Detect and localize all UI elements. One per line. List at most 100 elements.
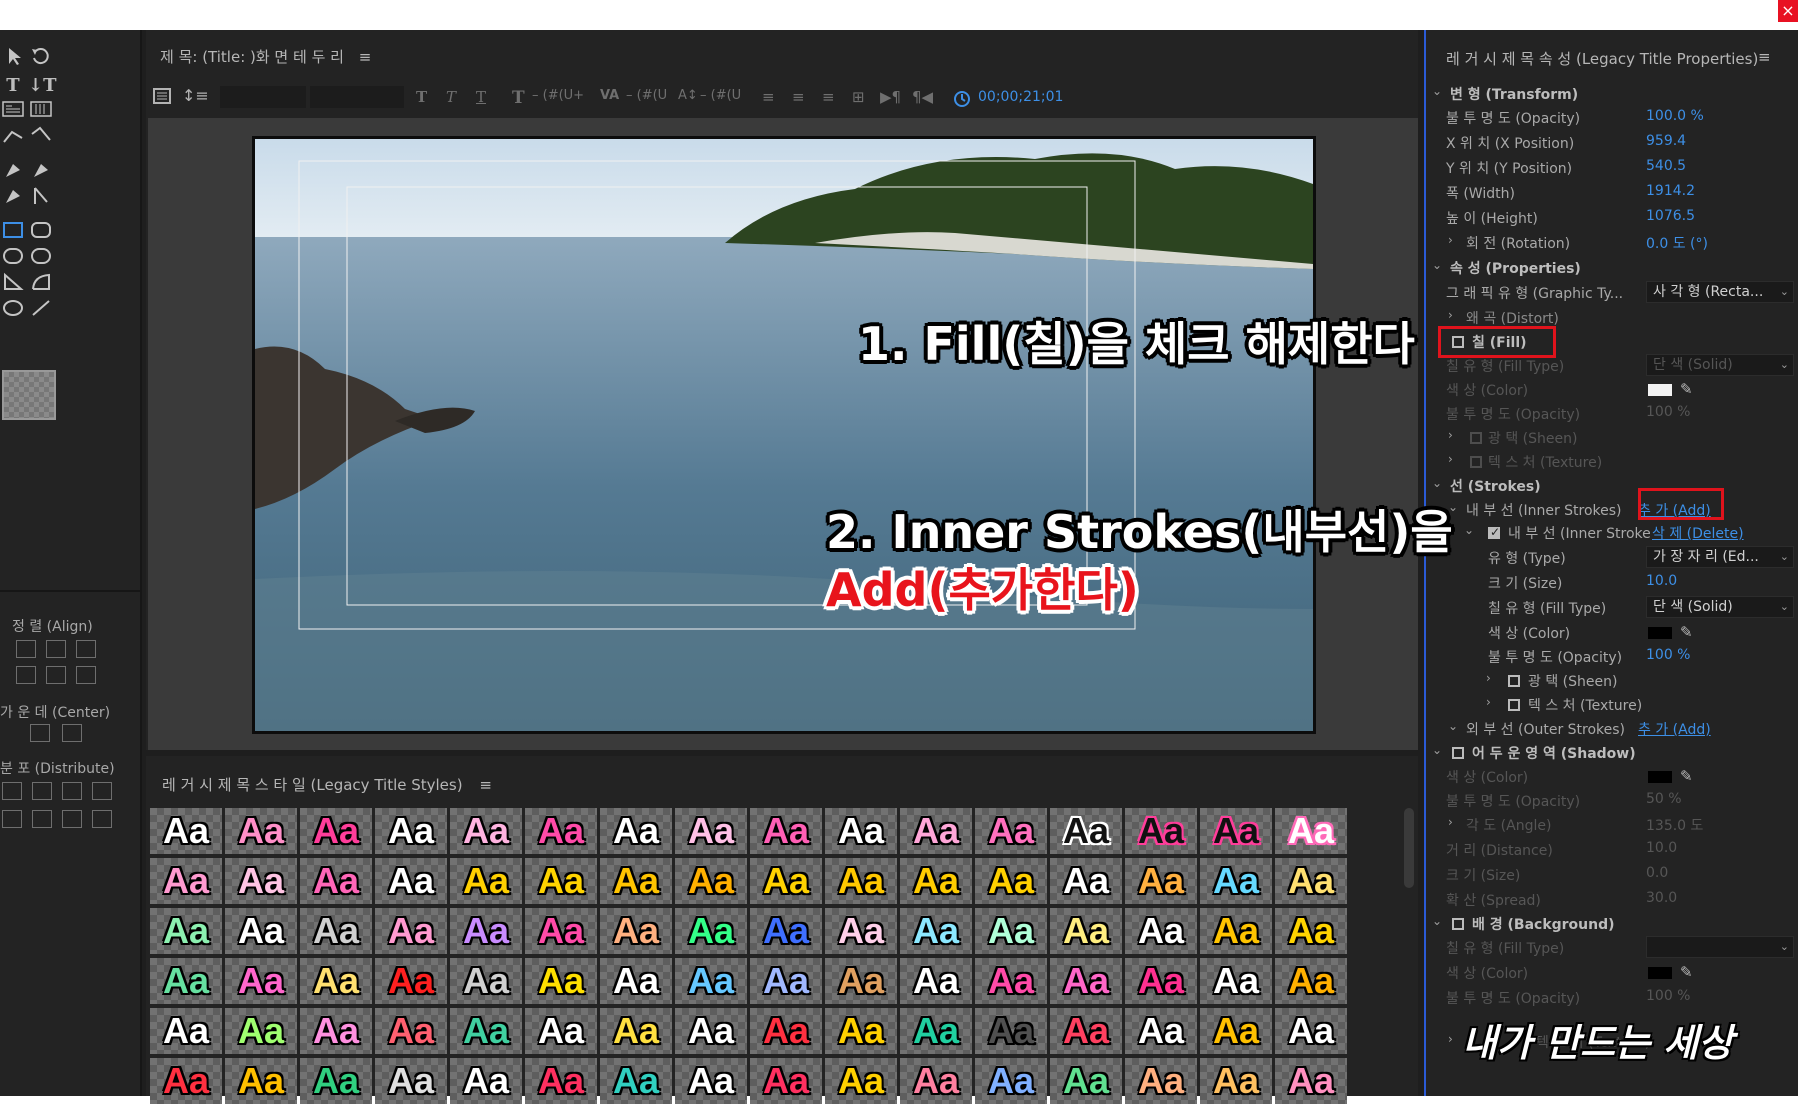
width-value[interactable]: 1914.2 — [1646, 183, 1695, 199]
underline-icon[interactable]: T — [476, 88, 486, 106]
style-swatch[interactable]: Aa — [1125, 858, 1197, 904]
style-swatch[interactable]: Aa — [525, 858, 597, 904]
style-swatch[interactable]: Aa — [225, 858, 297, 904]
distribute-center-icon[interactable] — [32, 782, 52, 800]
style-swatch[interactable]: Aa — [1275, 858, 1347, 904]
chevron-right-icon[interactable]: › — [1448, 308, 1453, 322]
align-center-v-icon[interactable] — [46, 666, 66, 684]
style-swatch[interactable]: Aa — [450, 958, 522, 1004]
style-swatch[interactable]: Aa — [375, 858, 447, 904]
outer-strokes-add-link[interactable]: 추 가 (Add) — [1638, 719, 1711, 739]
shadow-distance-value[interactable]: 10.0 — [1646, 840, 1677, 856]
style-swatch[interactable]: Aa — [600, 808, 672, 854]
eyedropper-icon[interactable]: ✎ — [1680, 380, 1693, 398]
timecode[interactable]: 00;00;21;01 — [978, 89, 1063, 105]
rectangle-tool-icon[interactable] — [0, 220, 26, 244]
shadow-size-value[interactable]: 0.0 — [1646, 865, 1668, 881]
style-swatch[interactable]: Aa — [750, 908, 822, 954]
area-type-tool-icon[interactable] — [0, 100, 26, 124]
chevron-right-icon[interactable]: › — [1448, 1032, 1453, 1046]
style-swatch[interactable]: Aa — [525, 1058, 597, 1104]
style-swatch[interactable]: Aa — [1200, 908, 1272, 954]
center-horizontal-icon[interactable] — [30, 724, 50, 742]
background-video-timecode-icon[interactable] — [952, 88, 972, 108]
style-swatch[interactable]: Aa — [1125, 808, 1197, 854]
style-swatch[interactable]: Aa — [225, 1058, 297, 1104]
style-swatch[interactable]: Aa — [1050, 1058, 1122, 1104]
background-checkbox[interactable] — [1452, 918, 1464, 930]
leading-value[interactable]: – (#(U — [700, 88, 741, 103]
style-swatch[interactable]: Aa — [825, 1008, 897, 1054]
x-position-value[interactable]: 959.4 — [1646, 133, 1686, 149]
style-swatch[interactable]: Aa — [675, 858, 747, 904]
wedge-tool-icon[interactable] — [0, 272, 26, 296]
style-swatch[interactable]: Aa — [150, 808, 222, 854]
style-swatch[interactable]: Aa — [900, 858, 972, 904]
style-swatch[interactable]: Aa — [1275, 958, 1347, 1004]
eyedropper-icon[interactable]: ✎ — [1680, 767, 1693, 785]
rotation-value[interactable]: 0.0 도 (°) — [1646, 233, 1708, 253]
font-family-dropdown[interactable] — [220, 86, 306, 108]
shadow-section[interactable]: ⌄ 어 두 운 영 역 (Shadow) — [1426, 743, 1798, 765]
stroke-sheen-checkbox[interactable] — [1508, 675, 1520, 687]
style-swatch[interactable]: Aa — [1050, 958, 1122, 1004]
style-swatch[interactable]: Aa — [1200, 958, 1272, 1004]
style-swatch[interactable]: Aa — [450, 908, 522, 954]
style-swatch[interactable]: Aa — [525, 1008, 597, 1054]
graphic-type-dropdown[interactable]: 사 각 형 (Recta... ⌄ — [1646, 281, 1794, 303]
chevron-down-icon[interactable]: ⌄ — [1432, 84, 1442, 98]
vertical-area-type-tool-icon[interactable] — [28, 100, 54, 124]
kerning-icon[interactable]: VA — [600, 88, 619, 103]
roll-crawl-options-icon[interactable] — [152, 86, 172, 108]
style-swatch[interactable]: Aa — [525, 808, 597, 854]
eyedropper-icon[interactable]: ✎ — [1680, 963, 1693, 981]
style-swatch[interactable]: Aa — [1050, 808, 1122, 854]
align-left-text-icon[interactable]: ≡ — [762, 88, 775, 106]
fill-type-dropdown[interactable]: 단 색 (Solid) ⌄ — [1646, 354, 1794, 376]
stroke-color-swatch[interactable] — [1648, 627, 1672, 639]
shadow-checkbox[interactable] — [1452, 747, 1464, 759]
style-swatch[interactable]: Aa — [375, 908, 447, 954]
chevron-down-icon[interactable]: ⌄ — [1432, 743, 1442, 757]
paragraph-icon[interactable]: ¶◀ — [912, 88, 933, 106]
style-swatch[interactable]: Aa — [225, 958, 297, 1004]
style-swatch[interactable]: Aa — [150, 908, 222, 954]
chevron-down-icon[interactable]: ⌄ — [1432, 476, 1442, 490]
shadow-spread-value[interactable]: 30.0 — [1646, 890, 1677, 906]
font-style-dropdown[interactable] — [310, 86, 404, 108]
style-swatch[interactable]: Aa — [600, 1058, 672, 1104]
align-bottom-icon[interactable] — [76, 666, 96, 684]
line-tool-icon[interactable] — [28, 298, 54, 322]
style-swatch[interactable]: Aa — [1275, 908, 1347, 954]
properties-section[interactable]: ⌄ 속 성 (Properties) — [1426, 258, 1798, 280]
style-swatch[interactable]: Aa — [150, 858, 222, 904]
pen-tool-icon[interactable] — [0, 160, 26, 184]
styles-menu-icon[interactable]: ≡ — [479, 776, 492, 794]
style-swatch[interactable]: Aa — [525, 958, 597, 1004]
style-swatch[interactable]: Aa — [150, 1008, 222, 1054]
style-swatch[interactable]: Aa — [1050, 1008, 1122, 1054]
style-swatch[interactable]: Aa — [975, 1058, 1047, 1104]
align-top-icon[interactable] — [16, 666, 36, 684]
chevron-right-icon[interactable]: › — [1448, 233, 1453, 247]
shadow-color-swatch[interactable] — [1648, 771, 1672, 783]
style-swatch[interactable]: Aa — [375, 808, 447, 854]
style-swatch[interactable]: Aa — [1200, 1058, 1272, 1104]
distribute-bottom-icon[interactable] — [62, 810, 82, 828]
kerning-value[interactable]: – (#(U — [626, 88, 667, 103]
eyedropper-icon[interactable]: ✎ — [1680, 623, 1693, 641]
center-vertical-icon[interactable] — [62, 724, 82, 742]
style-swatch[interactable]: Aa — [1125, 1008, 1197, 1054]
font-size-value[interactable]: – (#(U+ — [532, 88, 584, 103]
style-swatch[interactable]: Aa — [1200, 858, 1272, 904]
style-swatch[interactable]: Aa — [450, 1008, 522, 1054]
delete-anchor-tool-icon[interactable] — [28, 160, 54, 184]
close-icon[interactable]: × — [1778, 0, 1798, 22]
style-swatch[interactable]: Aa — [825, 808, 897, 854]
stroke-type-dropdown[interactable]: 가 장 자 리 (Ed... ⌄ — [1646, 546, 1794, 568]
style-swatch[interactable]: Aa — [900, 908, 972, 954]
style-swatch[interactable]: Aa — [1200, 1008, 1272, 1054]
shadow-opacity-value[interactable]: 50 % — [1646, 791, 1682, 807]
type-tool-icon[interactable]: T — [0, 74, 26, 98]
stroke-size-value[interactable]: 10.0 — [1646, 573, 1677, 589]
